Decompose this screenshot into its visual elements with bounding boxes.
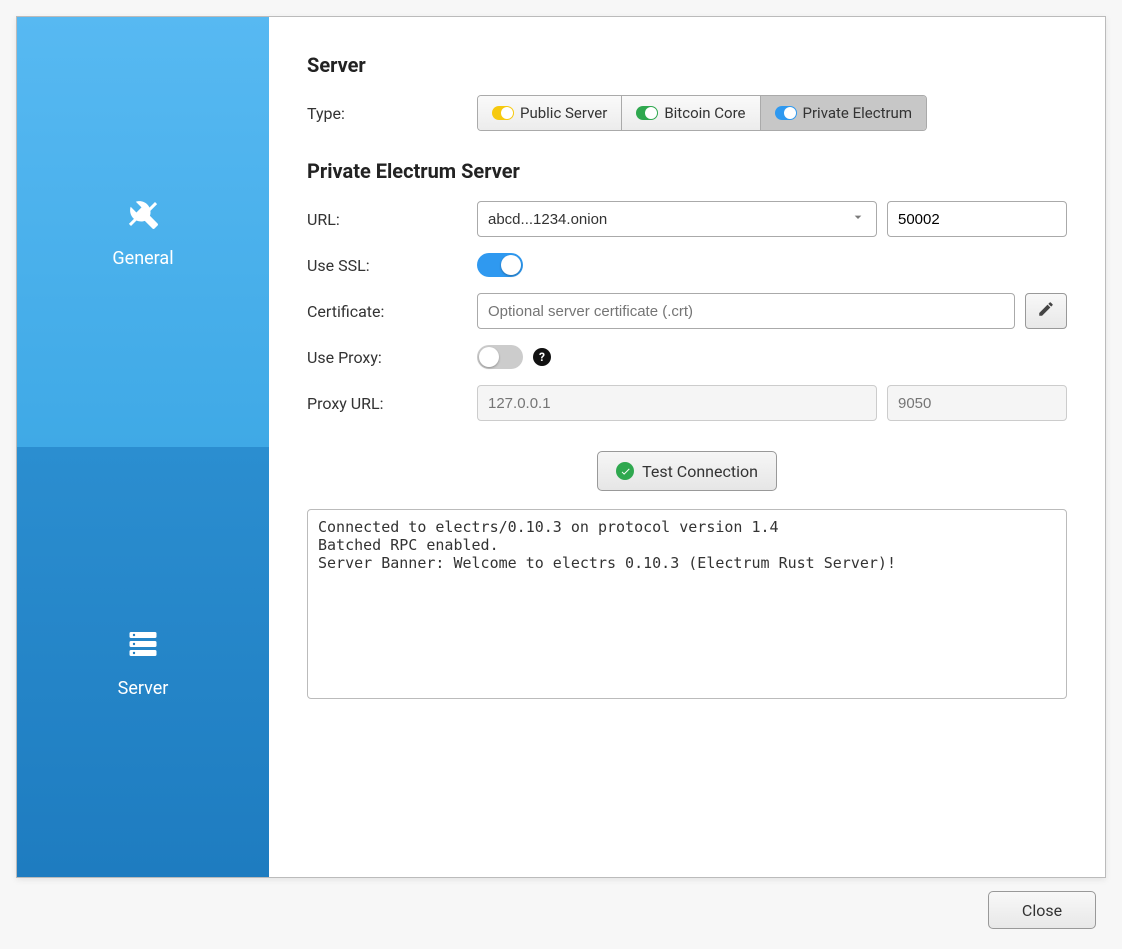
type-core-option[interactable]: Bitcoin Core <box>622 96 760 130</box>
test-connection-label: Test Connection <box>642 462 758 481</box>
close-button[interactable]: Close <box>988 891 1096 929</box>
port-input[interactable] <box>887 201 1067 237</box>
help-icon[interactable]: ? <box>533 348 551 366</box>
core-toggle-icon <box>636 106 658 120</box>
public-toggle-icon <box>492 106 514 120</box>
server-heading: Server <box>307 53 1067 77</box>
private-toggle-icon <box>775 106 797 120</box>
ssl-toggle[interactable] <box>477 253 523 277</box>
private-server-heading: Private Electrum Server <box>307 159 1067 183</box>
certificate-input[interactable] <box>477 293 1015 329</box>
url-label: URL: <box>307 210 477 229</box>
server-icon <box>125 626 161 666</box>
main-panel: Server Type: Public Server Bitcoin Core … <box>269 17 1105 877</box>
url-input[interactable] <box>488 211 850 228</box>
type-public-option[interactable]: Public Server <box>478 96 622 130</box>
ssl-label: Use SSL: <box>307 256 477 275</box>
certificate-browse-button[interactable] <box>1025 293 1067 329</box>
tools-icon <box>125 196 161 236</box>
proxy-toggle[interactable] <box>477 345 523 369</box>
type-private-label: Private Electrum <box>803 104 912 122</box>
proxy-url-label: Proxy URL: <box>307 394 477 413</box>
certificate-label: Certificate: <box>307 302 477 321</box>
sidebar-general-label: General <box>112 248 173 269</box>
edit-icon <box>1037 300 1055 322</box>
type-core-label: Bitcoin Core <box>664 104 745 122</box>
sidebar: General Server <box>17 17 269 877</box>
sidebar-item-general[interactable]: General <box>17 17 269 447</box>
sidebar-item-server[interactable]: Server <box>17 447 269 877</box>
chevron-down-icon <box>850 209 866 229</box>
url-combobox[interactable] <box>477 201 877 237</box>
server-type-segmented[interactable]: Public Server Bitcoin Core Private Elect… <box>477 95 927 131</box>
proxy-port-input <box>887 385 1067 421</box>
check-circle-icon <box>616 462 634 480</box>
type-label: Type: <box>307 104 477 123</box>
proxy-label: Use Proxy: <box>307 348 477 367</box>
close-label: Close <box>1022 901 1062 920</box>
test-connection-button[interactable]: Test Connection <box>597 451 777 491</box>
type-public-label: Public Server <box>520 104 607 122</box>
connection-output[interactable] <box>307 509 1067 699</box>
proxy-url-input <box>477 385 877 421</box>
sidebar-server-label: Server <box>118 678 169 699</box>
type-private-option[interactable]: Private Electrum <box>761 96 926 130</box>
settings-dialog: General Server Server Type: Public Serve… <box>16 16 1106 878</box>
